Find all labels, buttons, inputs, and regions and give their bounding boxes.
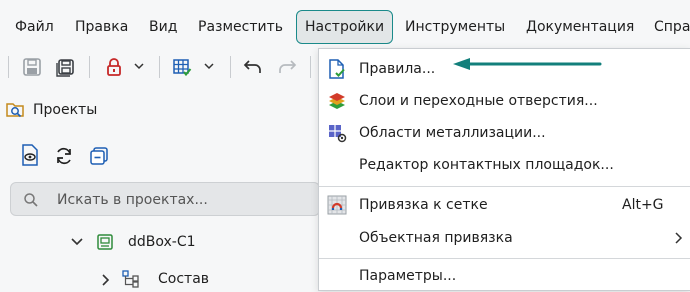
menu-settings[interactable]: Настройки	[296, 10, 394, 44]
grid-table-icon[interactable]	[169, 54, 195, 80]
panel-title: Проекты	[33, 102, 98, 118]
menu-item-grid-snap[interactable]: Привязка к сетке Alt+G	[319, 190, 690, 220]
chevron-right-icon	[675, 232, 683, 244]
menu-separator	[319, 186, 690, 187]
chevron-down-icon[interactable]	[133, 60, 145, 72]
layers-icon	[329, 93, 345, 109]
board-icon	[97, 234, 113, 250]
menu-item-label: Привязка к сетке	[359, 197, 488, 213]
search-input[interactable]	[55, 183, 309, 217]
toolbar-separator	[89, 56, 90, 78]
menu-edit[interactable]: Правка	[67, 10, 136, 44]
menu-item-layers[interactable]: Слои и переходные отверстия...	[319, 86, 690, 116]
toolbar-separator	[230, 56, 231, 78]
menu-item-pad-editor[interactable]: Редактор контактных площадок...	[319, 150, 690, 180]
search-icon	[24, 193, 38, 207]
menu-separator	[319, 258, 690, 259]
annotation-arrow-icon	[453, 58, 602, 70]
menu-file[interactable]: Файл	[7, 10, 62, 44]
menu-item-metallization[interactable]: Области металлизации...	[319, 118, 690, 148]
menu-tools[interactable]: Инструменты	[397, 10, 513, 44]
settings-dropdown-menu: Правила... Слои и переходные отверстия..…	[318, 48, 690, 291]
menu-bar: Файл Правка Вид Разместить Настройки Инс…	[0, 0, 690, 44]
toolbar	[0, 50, 320, 84]
menu-item-object-snap[interactable]: Объектная привязка	[319, 223, 690, 253]
menu-item-label: Параметры...	[359, 268, 457, 284]
menu-item-label: Объектная привязка	[359, 230, 513, 246]
chevron-down-icon[interactable]	[203, 60, 215, 72]
metallization-icon	[329, 125, 347, 143]
grid-snap-icon	[327, 195, 347, 215]
lock-icon[interactable]	[101, 54, 127, 80]
toolbar-separator	[310, 56, 311, 78]
redo-icon[interactable]	[274, 54, 300, 80]
undo-icon[interactable]	[240, 54, 266, 80]
collapse-icon[interactable]	[89, 146, 109, 166]
save-all-icon[interactable]	[53, 54, 79, 80]
projects-panel: Проекты ddBox-C1	[0, 86, 320, 291]
menu-documentation[interactable]: Документация	[518, 10, 642, 44]
chevron-right-icon[interactable]	[100, 273, 112, 287]
menu-item-label: Слои и переходные отверстия...	[359, 93, 598, 109]
menu-item-shortcut: Alt+G	[622, 197, 664, 213]
menu-help[interactable]: Спра	[646, 10, 690, 44]
menu-item-label: Области металлизации...	[359, 125, 546, 141]
menu-view[interactable]: Вид	[141, 10, 185, 44]
rules-icon	[329, 59, 345, 79]
refresh-icon[interactable]	[54, 146, 74, 166]
search-box	[10, 182, 320, 217]
menu-item-parameters[interactable]: Параметры...	[319, 261, 690, 291]
structure-icon	[122, 270, 139, 288]
menu-place[interactable]: Разместить	[190, 10, 291, 44]
tree-item-label: Состав	[158, 271, 210, 287]
tree-item-label: ddBox-C1	[128, 234, 196, 250]
toolbar-separator	[8, 56, 9, 78]
menu-item-label: Правила...	[359, 61, 436, 77]
save-icon[interactable]	[19, 54, 45, 80]
chevron-down-icon[interactable]	[70, 236, 84, 248]
projects-folder-icon	[6, 103, 24, 118]
toolbar-separator	[159, 56, 160, 78]
document-view-icon[interactable]	[20, 144, 40, 166]
menu-item-label: Редактор контактных площадок...	[359, 157, 614, 173]
